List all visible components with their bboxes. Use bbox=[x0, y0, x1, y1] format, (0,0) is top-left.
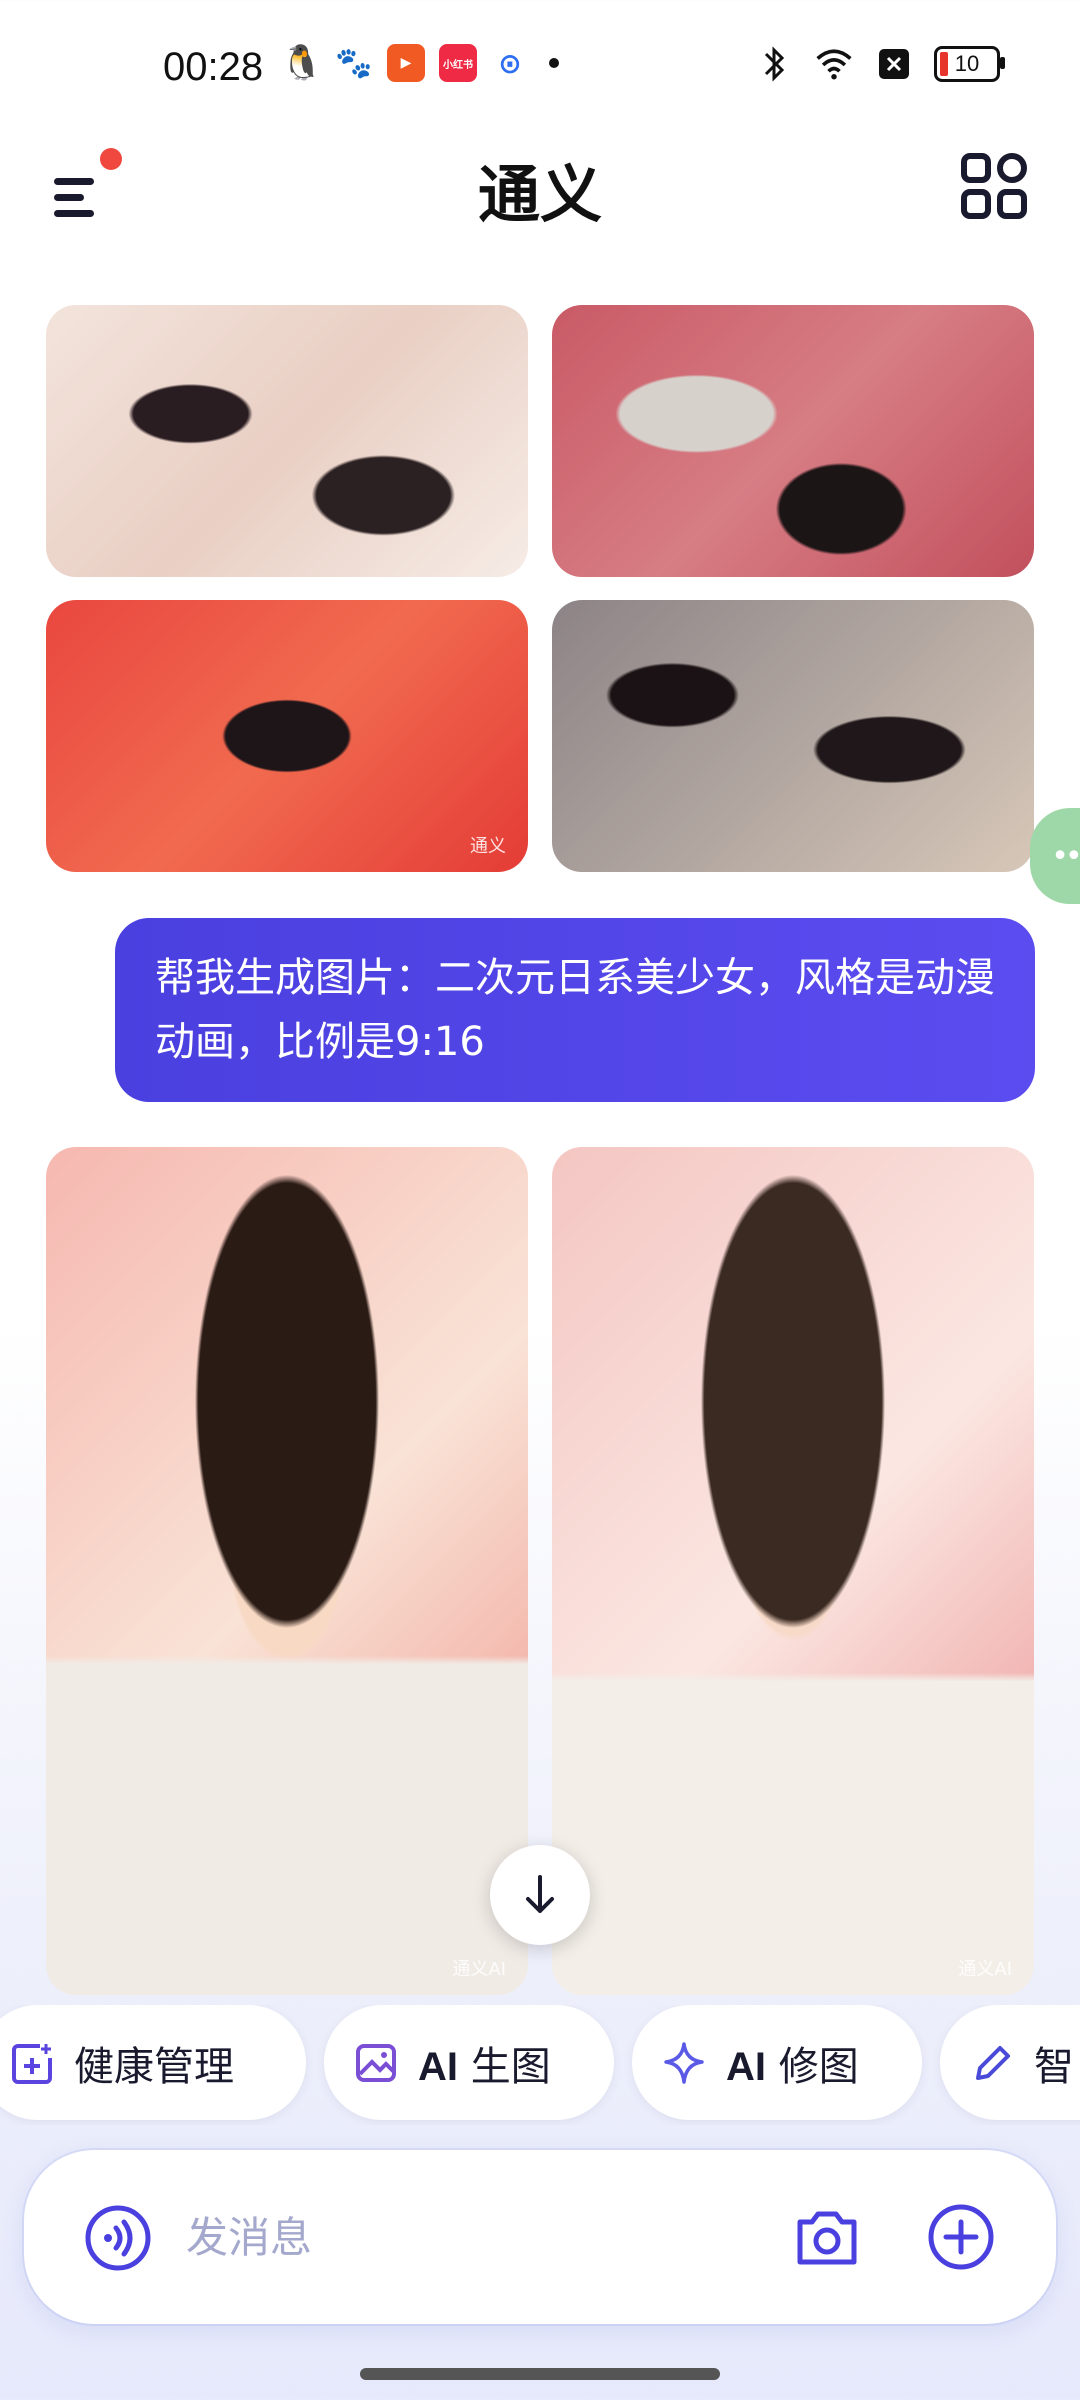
video-app-icon: ▶ bbox=[387, 44, 425, 82]
bluetooth-icon bbox=[754, 44, 794, 84]
qq-icon: 🐧 bbox=[280, 43, 324, 83]
sparkle-icon bbox=[664, 2041, 704, 2084]
message-input-bar bbox=[24, 2150, 1056, 2324]
no-sim-icon bbox=[874, 44, 914, 84]
map-icon: ⊙ bbox=[491, 44, 529, 82]
status-time: 00:28 bbox=[163, 45, 264, 89]
chip-smart[interactable]: 智 bbox=[940, 2005, 1080, 2120]
voice-input-button[interactable] bbox=[84, 2204, 152, 2272]
camera-button[interactable] bbox=[794, 2206, 860, 2268]
voice-icon bbox=[85, 2205, 151, 2271]
user-message-bubble: 帮我生成图片：二次元日系美少女，风格是动漫动画，比例是9:16 bbox=[115, 918, 1035, 1102]
chip-ai-image-edit[interactable]: AI 修图 bbox=[632, 2005, 922, 2120]
chip-label: 健康管理 bbox=[74, 2043, 234, 2090]
previous-image-2[interactable] bbox=[552, 305, 1034, 577]
home-indicator[interactable] bbox=[360, 2368, 720, 2380]
baidu-icon: 🐾 bbox=[335, 44, 373, 82]
plus-circle-icon bbox=[928, 2204, 994, 2270]
add-attachment-button[interactable] bbox=[926, 2202, 996, 2272]
scroll-to-bottom-button[interactable] bbox=[490, 1845, 590, 1945]
image-gen-icon bbox=[356, 2043, 396, 2082]
wifi-icon bbox=[814, 44, 854, 84]
camera-icon bbox=[797, 2211, 857, 2265]
floating-assistant-button[interactable]: •• bbox=[1030, 808, 1080, 904]
generated-image-1[interactable]: 通义AI bbox=[46, 1147, 528, 1995]
arrow-down-icon bbox=[526, 1875, 554, 1913]
battery-fill bbox=[940, 52, 948, 76]
system-status-icons: 10 bbox=[754, 44, 1005, 84]
previous-image-4[interactable] bbox=[552, 600, 1034, 872]
battery-icon: 10 bbox=[934, 46, 1005, 82]
quick-actions-bar: 健康管理 AI 生图 AI 修图 智 bbox=[0, 2005, 1080, 2125]
status-bar: 00:28 🐧 🐾 ▶ 小红书 ⊙ 10 bbox=[0, 30, 1080, 110]
xiaohongshu-icon: 小红书 bbox=[439, 44, 477, 82]
page-title: 通义 bbox=[477, 158, 602, 231]
battery-level: 10 bbox=[954, 51, 980, 76]
image-watermark: 通义AI bbox=[958, 1959, 1012, 1980]
apps-grid-icon bbox=[961, 153, 1027, 219]
more-notifications-dot bbox=[549, 58, 559, 68]
health-plus-icon bbox=[12, 2043, 52, 2084]
pen-ai-icon bbox=[976, 2045, 1010, 2080]
user-message-text: 帮我生成图片：二次元日系美少女，风格是动漫动画，比例是9:16 bbox=[155, 955, 995, 1065]
notification-icons: 🐧 🐾 ▶ 小红书 ⊙ bbox=[280, 43, 559, 83]
previous-image-1[interactable] bbox=[46, 305, 528, 577]
chip-label: AI 修图 bbox=[726, 2043, 859, 2090]
previous-image-3[interactable]: 通义 bbox=[46, 600, 528, 872]
chip-ai-image-gen[interactable]: AI 生图 bbox=[324, 2005, 614, 2120]
generated-image-2[interactable]: 通义AI bbox=[552, 1147, 1034, 1995]
chip-health-management[interactable]: 健康管理 bbox=[0, 2005, 306, 2120]
chip-label: AI 生图 bbox=[418, 2043, 551, 2090]
image-watermark: 通义 bbox=[470, 836, 506, 857]
message-input[interactable] bbox=[186, 2202, 746, 2272]
image-watermark: 通义AI bbox=[452, 1959, 506, 1980]
more-dots-icon: •• bbox=[1051, 838, 1080, 874]
app-header: 通义 bbox=[0, 130, 1080, 240]
apps-grid-button[interactable] bbox=[960, 152, 1028, 220]
chip-label: 智 bbox=[1034, 2043, 1074, 2090]
